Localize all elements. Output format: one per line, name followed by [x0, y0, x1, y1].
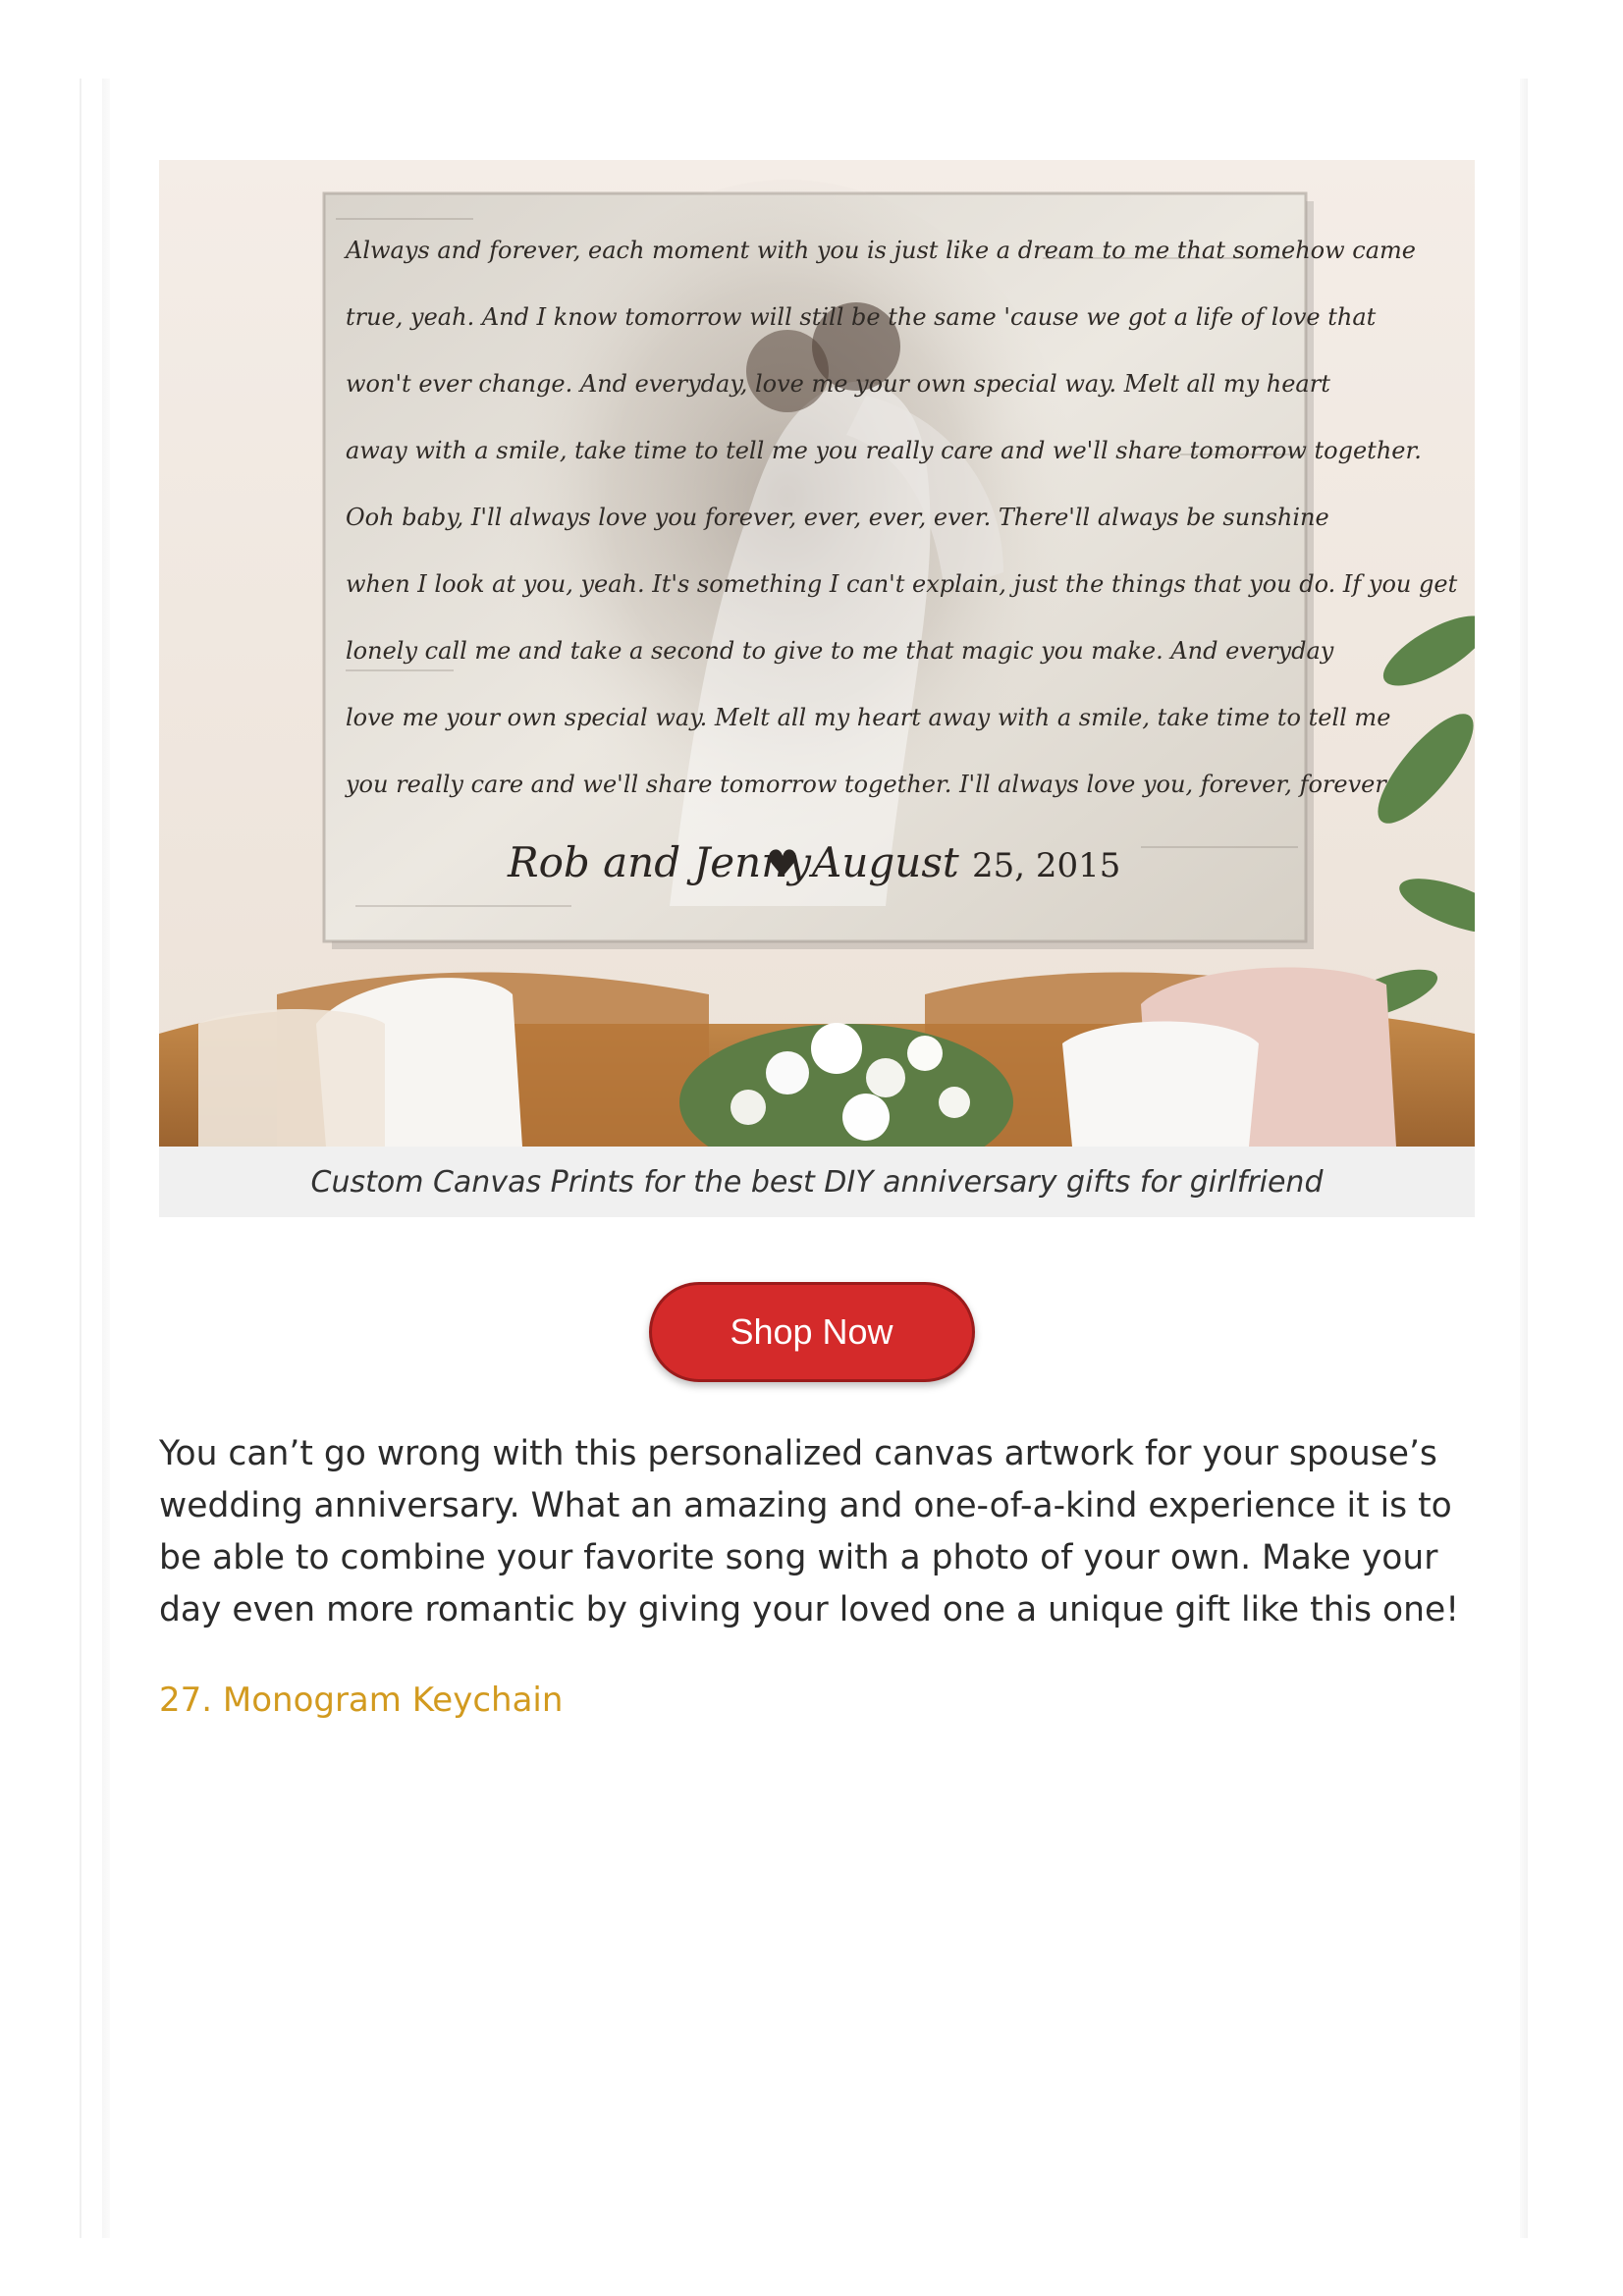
product-photo: Always and forever, each moment with you… [159, 160, 1475, 1147]
lyric-line: true, yeah. And I know tomorrow will sti… [346, 303, 1377, 331]
lyric-line: when I look at you, yeah. It's something… [346, 570, 1458, 598]
lyric-line: lonely call me and take a second to give… [346, 637, 1334, 665]
heart-icon: ♥ [766, 842, 799, 885]
canvas-lyrics: Always and forever, each moment with you… [344, 237, 1458, 798]
page-border-inner [102, 79, 110, 2238]
lyric-line: won't ever change. And everyday, love me… [346, 370, 1330, 398]
shop-now-button[interactable]: Shop Now [648, 1282, 975, 1382]
lyric-line: away with a smile, take time to tell me … [346, 437, 1422, 464]
figure-caption: Custom Canvas Prints for the best DIY an… [159, 1147, 1475, 1217]
lyric-line: you really care and we'll share tomorrow… [345, 771, 1387, 798]
page-border-left [80, 79, 81, 2238]
product-figure: Always and forever, each moment with you… [159, 160, 1475, 1217]
lyric-line: Ooh baby, I'll always love you forever, … [346, 504, 1329, 531]
lyric-line: Always and forever, each moment with you… [344, 237, 1416, 264]
cta-container: Shop Now [0, 1282, 1623, 1382]
product-description: You can’t go wrong with this personalize… [159, 1434, 1460, 1629]
page-border-right [1520, 79, 1528, 2238]
canvas-dedication: Rob and Jenny ♥ August 25, 2015 [507, 838, 1120, 886]
next-section-heading[interactable]: 27. Monogram Keychain [159, 1681, 563, 1720]
lyric-line: love me your own special way. Melt all m… [346, 704, 1390, 731]
canvas-date: 25, 2015 [972, 846, 1120, 885]
canvas-month: August [808, 838, 959, 886]
canvas-print-illustration: Always and forever, each moment with you… [159, 160, 1475, 1147]
pillow [1062, 1021, 1259, 1147]
